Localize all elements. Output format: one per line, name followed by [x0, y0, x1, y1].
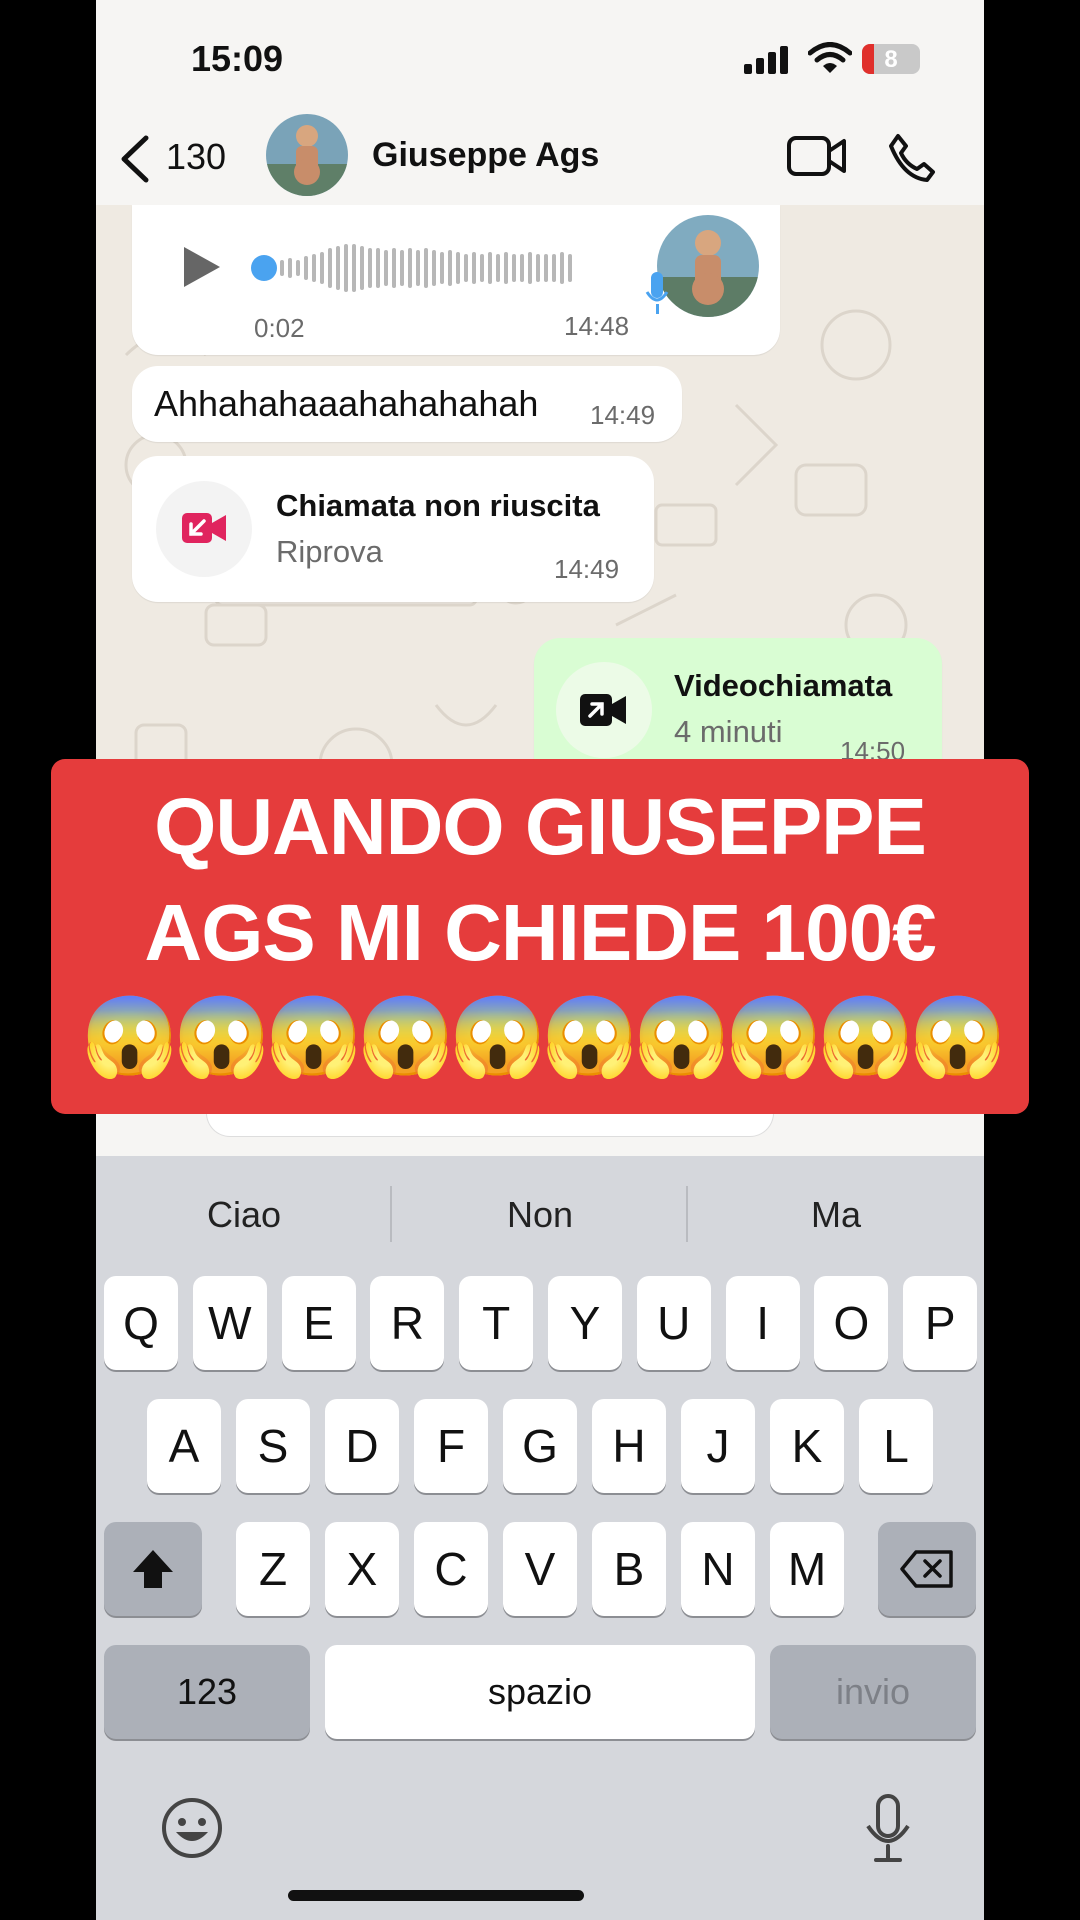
- suggestion-1[interactable]: Ciao: [96, 1194, 392, 1236]
- video-call-icon-wrap: [556, 662, 652, 758]
- shift-arrow-icon: [133, 1550, 173, 1588]
- key-d[interactable]: D: [325, 1399, 399, 1493]
- scream-emoji: 😱: [173, 992, 271, 1080]
- microphone-icon: [645, 272, 669, 314]
- emoji-icon[interactable]: [160, 1796, 224, 1860]
- caption-banner: QUANDO GIUSEPPE AGS MI CHIEDE 100€ 😱 😱 😱 😱 😱…: [51, 759, 1029, 1114]
- scream-emoji: 😱: [449, 992, 547, 1080]
- outgoing-video-call-icon: [580, 694, 626, 726]
- missed-video-call-icon: [182, 513, 226, 543]
- space-key[interactable]: spazio: [325, 1645, 755, 1739]
- video-call-duration: 4 minuti: [674, 714, 783, 749]
- battery-level: 8: [884, 46, 898, 73]
- chat-header: 130 Giuseppe Ags: [96, 110, 984, 205]
- unread-count[interactable]: 130: [166, 136, 226, 178]
- numbers-key[interactable]: 123: [104, 1645, 310, 1739]
- phone-call-icon[interactable]: [886, 132, 936, 184]
- retry-link[interactable]: Riprova: [276, 534, 383, 570]
- text-message-bubble[interactable]: Ahhahahaaahahahahah 14:49: [132, 366, 682, 442]
- scream-emoji-row: 😱 😱 😱 😱 😱 😱 😱 😱 😱 😱: [51, 991, 1029, 1081]
- wifi-icon: [808, 42, 852, 73]
- key-q[interactable]: Q: [104, 1276, 178, 1370]
- key-i[interactable]: I: [725, 1276, 800, 1370]
- key-m[interactable]: M: [770, 1522, 844, 1616]
- status-bar: 15:09 8: [96, 0, 984, 110]
- scream-emoji: 😱: [541, 992, 639, 1080]
- video-call-title: Videochiamata: [674, 668, 893, 703]
- caption-line-2: AGS MI CHIEDE 100€: [144, 888, 936, 977]
- key-u[interactable]: U: [636, 1276, 711, 1370]
- key-p[interactable]: P: [903, 1276, 978, 1370]
- scream-emoji: 😱: [817, 992, 915, 1080]
- key-g[interactable]: G: [503, 1399, 577, 1493]
- voice-waveform[interactable]: [250, 240, 590, 296]
- battery-icon: 8: [862, 44, 920, 74]
- contact-name[interactable]: Giuseppe Ags: [372, 136, 599, 175]
- status-time: 15:09: [191, 38, 284, 79]
- key-y[interactable]: Y: [548, 1276, 622, 1370]
- return-key[interactable]: invio: [770, 1645, 976, 1739]
- message-time: 14:49: [590, 400, 656, 430]
- key-j[interactable]: J: [681, 1399, 755, 1493]
- key-k[interactable]: K: [770, 1399, 844, 1493]
- suggestion-3[interactable]: Ma: [688, 1194, 984, 1236]
- missed-call-bubble[interactable]: Chiamata non riuscita Riprova 14:49: [132, 456, 654, 602]
- play-icon[interactable]: [182, 245, 222, 289]
- key-v[interactable]: V: [503, 1522, 577, 1616]
- key-c[interactable]: C: [414, 1522, 488, 1616]
- voice-message-bubble[interactable]: 0:02 14:48: [132, 205, 780, 355]
- sender-avatar: [657, 215, 759, 317]
- backspace-key[interactable]: [878, 1522, 976, 1616]
- contact-avatar[interactable]: [266, 114, 348, 196]
- key-r[interactable]: R: [370, 1276, 445, 1370]
- key-f[interactable]: F: [414, 1399, 488, 1493]
- missed-call-time: 14:49: [554, 554, 620, 584]
- key-z[interactable]: Z: [236, 1522, 310, 1616]
- key-n[interactable]: N: [681, 1522, 755, 1616]
- home-indicator[interactable]: [288, 1890, 584, 1901]
- video-call-icon[interactable]: [786, 134, 848, 178]
- keyboard: Ciao Non Ma QWERTYUIOP ASDFGHJKL ZXCVBNM…: [96, 1156, 984, 1920]
- suggestion-2[interactable]: Non: [392, 1194, 688, 1236]
- key-h[interactable]: H: [592, 1399, 666, 1493]
- dictation-microphone-icon[interactable]: [864, 1794, 912, 1864]
- backspace-icon: [900, 1550, 953, 1588]
- missed-call-icon-wrap: [156, 481, 252, 577]
- key-w[interactable]: W: [192, 1276, 267, 1370]
- cellular-signal-icon: [744, 46, 788, 74]
- scream-emoji: 😱: [81, 992, 179, 1080]
- key-t[interactable]: T: [459, 1276, 534, 1370]
- voice-message-time: 14:48: [564, 311, 630, 341]
- caption-line-1: QUANDO GIUSEPPE: [154, 782, 927, 871]
- back-chevron-icon[interactable]: [116, 134, 156, 184]
- scream-emoji: 😱: [725, 992, 823, 1080]
- voice-duration: 0:02: [254, 313, 305, 343]
- key-x[interactable]: X: [325, 1522, 399, 1616]
- shift-key[interactable]: [104, 1522, 202, 1616]
- key-b[interactable]: B: [592, 1522, 666, 1616]
- key-s[interactable]: S: [236, 1399, 310, 1493]
- scream-emoji: 😱: [633, 992, 731, 1080]
- key-e[interactable]: E: [281, 1276, 356, 1370]
- key-o[interactable]: O: [814, 1276, 889, 1370]
- scream-emoji: 😱: [357, 992, 455, 1080]
- scream-emoji: 😱: [265, 992, 363, 1080]
- missed-call-title: Chiamata non riuscita: [276, 488, 600, 523]
- message-text: Ahhahahaaahahahahah: [154, 383, 539, 424]
- key-l[interactable]: L: [859, 1399, 933, 1493]
- key-a[interactable]: A: [147, 1399, 221, 1493]
- scream-emoji: 😱: [909, 992, 1007, 1080]
